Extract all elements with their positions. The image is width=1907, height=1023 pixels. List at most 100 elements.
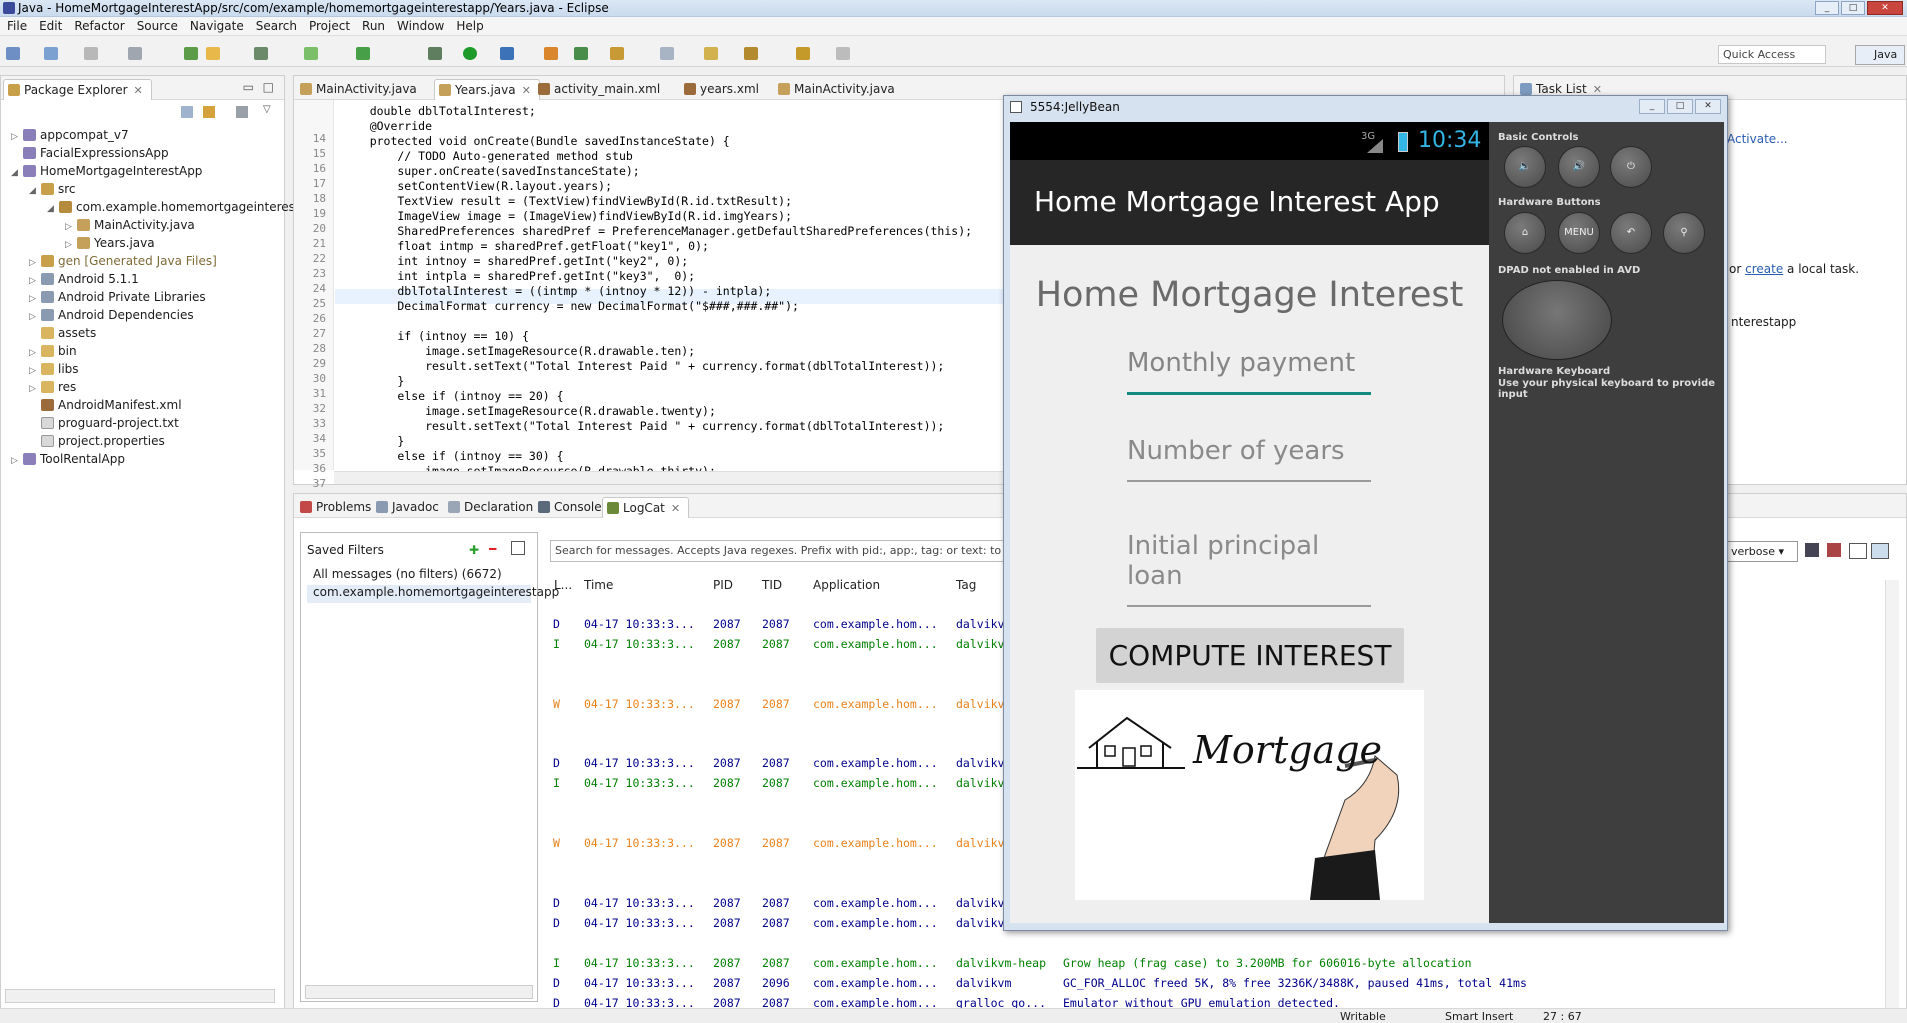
toggle-breadcrumb-icon[interactable]: [254, 47, 268, 60]
tab-logcat[interactable]: LogCat ✕: [602, 497, 690, 518]
search-icon[interactable]: ⚲: [1663, 212, 1705, 254]
view-menu-icon[interactable]: [236, 106, 248, 118]
menu-refactor[interactable]: Refactor: [69, 17, 131, 35]
col-application[interactable]: Application: [813, 578, 880, 592]
col-time[interactable]: Time: [584, 578, 613, 592]
tab-years-xml[interactable]: years.xml: [680, 79, 767, 100]
external-tools-icon[interactable]: [500, 47, 514, 60]
tab-problems[interactable]: Problems: [296, 497, 379, 518]
filters-scrollbar[interactable]: [305, 985, 533, 999]
power-icon[interactable]: ⏻: [1610, 146, 1652, 188]
save-log-icon[interactable]: [1805, 543, 1819, 557]
minimize-button[interactable]: _: [1815, 1, 1839, 15]
new-icon[interactable]: [6, 47, 20, 60]
tree-item[interactable]: ▷ res: [29, 378, 76, 396]
back-icon[interactable]: ↶: [1610, 212, 1652, 254]
col-tag[interactable]: Tag: [956, 578, 976, 592]
compute-interest-button[interactable]: COMPUTE INTEREST: [1096, 628, 1404, 683]
menu-search[interactable]: Search: [251, 17, 304, 35]
link-editor-icon[interactable]: [203, 106, 215, 118]
horizontal-scrollbar[interactable]: [5, 989, 275, 1003]
tree-item[interactable]: assets: [29, 324, 96, 342]
filter-app[interactable]: com.example.homemortgageinterestapp: [307, 585, 559, 603]
create-task-link[interactable]: create: [1745, 262, 1783, 276]
minimize-icon[interactable]: ▭: [243, 80, 254, 94]
tree-item[interactable]: ◢ src: [29, 180, 76, 198]
new-class-icon[interactable]: [574, 47, 588, 60]
tree-item[interactable]: ▷ libs: [29, 360, 79, 378]
emulator-maximize-button[interactable]: □: [1667, 99, 1693, 114]
initial-principal-field[interactable]: Initial principal loan: [1127, 531, 1371, 607]
menu-window[interactable]: Window: [392, 17, 451, 35]
menu-help[interactable]: Help: [451, 17, 490, 35]
collapse-all-icon[interactable]: [181, 106, 193, 118]
tree-item[interactable]: ◢ com.example.homemortgageinteresta: [47, 198, 307, 216]
tab-mainactivity-java-2[interactable]: MainActivity.java: [774, 79, 903, 100]
maximize-button[interactable]: □: [1841, 1, 1865, 15]
toggle-icon[interactable]: [184, 47, 198, 60]
run-icon[interactable]: [463, 47, 477, 60]
save-all-icon[interactable]: [84, 47, 98, 60]
volume-down-icon[interactable]: 🔈: [1504, 146, 1546, 188]
android-sdk-icon[interactable]: [304, 47, 318, 60]
tree-item[interactable]: ◢ HomeMortgageInterestApp: [11, 162, 202, 180]
next-annotation-icon[interactable]: [704, 47, 718, 60]
open-type-icon[interactable]: [610, 47, 624, 60]
scroll-lock-icon[interactable]: [1871, 543, 1889, 559]
menu-navigate[interactable]: Navigate: [185, 17, 251, 35]
mark-occurrences-icon[interactable]: [206, 47, 220, 60]
col-level[interactable]: L...: [554, 578, 572, 592]
outline-item[interactable]: nterestapp: [1731, 315, 1796, 329]
logcat-scrollbar[interactable]: [1885, 580, 1899, 1010]
home-icon[interactable]: ⌂: [1504, 212, 1546, 254]
menu-file[interactable]: File: [2, 17, 34, 35]
java-perspective-button[interactable]: Java: [1855, 45, 1905, 65]
close-icon[interactable]: ✕: [134, 84, 143, 97]
tab-console[interactable]: Console: [534, 497, 610, 518]
tree-item[interactable]: ▷ Android 5.1.1: [29, 270, 139, 288]
maximize-icon[interactable]: □: [263, 80, 274, 94]
debug-icon[interactable]: [428, 47, 442, 60]
quick-access-field[interactable]: Quick Access: [1718, 45, 1826, 64]
logcat-search-input[interactable]: Search for messages. Accepts Java regexe…: [550, 540, 1005, 562]
col-pid[interactable]: PID: [713, 578, 733, 592]
tree-item[interactable]: ▷ Android Private Libraries: [29, 288, 206, 306]
menu-source[interactable]: Source: [132, 17, 185, 35]
menu-button[interactable]: MENU: [1558, 212, 1600, 254]
tree-item[interactable]: ▷ MainActivity.java: [65, 216, 195, 234]
filter-all-messages[interactable]: All messages (no filters) (6672): [313, 567, 502, 581]
tree-item[interactable]: ▷ ToolRentalApp: [11, 450, 125, 468]
tree-item[interactable]: ▷ gen [Generated Java Files]: [29, 252, 217, 270]
add-filter-icon[interactable]: ✚: [469, 543, 479, 557]
tab-package-explorer[interactable]: Package Explorer ✕: [3, 79, 152, 100]
tree-item[interactable]: project.properties: [29, 432, 165, 450]
menu-project[interactable]: Project: [304, 17, 357, 35]
save-icon[interactable]: [44, 47, 58, 60]
tab-javadoc[interactable]: Javadoc: [372, 497, 447, 518]
tree-item[interactable]: ▷ bin: [29, 342, 77, 360]
tree-item[interactable]: ▷ appcompat_v7: [11, 126, 129, 144]
tab-mainactivity-java[interactable]: MainActivity.java: [296, 79, 425, 100]
new-java-project-icon[interactable]: [544, 47, 558, 60]
remove-filter-icon[interactable]: ━: [489, 542, 496, 556]
monthly-payment-field[interactable]: Monthly payment: [1127, 348, 1371, 395]
tree-item[interactable]: ▷ Years.java: [65, 234, 155, 252]
emulator-minimize-button[interactable]: _: [1639, 99, 1665, 114]
back-icon[interactable]: [796, 47, 810, 60]
tab-activity-main-xml[interactable]: activity_main.xml: [534, 79, 668, 100]
emulator-close-button[interactable]: ✕: [1695, 99, 1721, 114]
tree-item[interactable]: AndroidManifest.xml: [29, 396, 182, 414]
toggle-filters-icon[interactable]: [1849, 543, 1867, 559]
close-button[interactable]: ✕: [1867, 1, 1903, 15]
tab-years-java[interactable]: Years.java ✕: [434, 79, 540, 100]
tree-item[interactable]: ▷ Android Dependencies: [29, 306, 194, 324]
tree-item[interactable]: FacialExpressionsApp: [11, 144, 169, 162]
previous-annotation-icon[interactable]: [744, 47, 758, 60]
forward-icon[interactable]: [836, 47, 850, 60]
log-level-select[interactable]: verbose ▾: [1726, 541, 1798, 562]
volume-up-icon[interactable]: 🔊: [1558, 146, 1600, 188]
edit-filter-icon[interactable]: [511, 541, 525, 555]
number-of-years-field[interactable]: Number of years: [1127, 436, 1371, 482]
close-icon[interactable]: ✕: [671, 502, 680, 515]
tab-declaration[interactable]: Declaration: [444, 497, 541, 518]
